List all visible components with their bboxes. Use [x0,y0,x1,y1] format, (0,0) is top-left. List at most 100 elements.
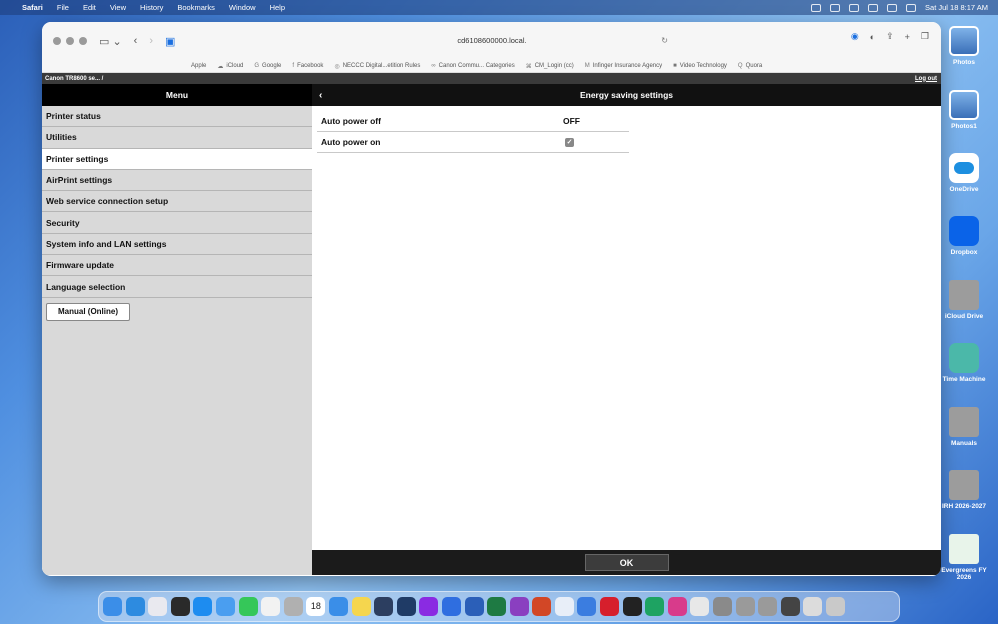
menu-view[interactable]: View [110,3,126,12]
show-tabs-icon[interactable]: ❐ [921,31,929,42]
sidebar-item-utilities[interactable]: Utilities [42,127,312,149]
lightroom-icon[interactable] [396,597,416,616]
ok-button[interactable]: OK [584,554,669,571]
wifi-icon[interactable] [887,3,898,12]
favorite-cm-login[interactable]: ⌘ CM_Login (cc) [526,63,574,70]
control-center-icon[interactable] [906,3,917,12]
translate-icon[interactable]: ◉ [851,31,859,42]
manual-online-button[interactable]: Manual (Online) [46,302,130,321]
edge-icon[interactable] [645,597,665,616]
app-icon[interactable] [509,597,529,616]
desktop-icon-icloud-drive[interactable]: iCloud Drive [940,280,988,320]
mission-control-icon[interactable] [170,597,190,616]
desktop-icon-manuals[interactable]: Manuals [940,407,988,447]
setting-row-auto-power-on[interactable]: Auto power on ✓ [317,132,629,153]
desktop-icon-dropbox[interactable]: Dropbox [940,216,988,256]
favorite-neccc[interactable]: ◎ NECCC Digital...etition Rules [334,63,420,70]
back-icon[interactable]: ‹ [134,35,138,47]
sidebar-item-security[interactable]: Security [42,212,312,234]
auto-power-on-checkbox[interactable]: ✓ [565,137,574,147]
close-window-button[interactable] [53,37,61,45]
favorite-video-tech[interactable]: ■ Video Technology [673,63,727,69]
favorite-insurance[interactable]: M Infinger Insurance Agency [585,63,662,69]
battery-icon[interactable] [868,3,879,12]
app-icon[interactable] [532,597,552,616]
app-icon[interactable] [577,597,597,616]
sidebar-item-system-info-lan[interactable]: System info and LAN settings [42,233,312,256]
onedrive-dock-icon[interactable] [125,597,145,616]
extension-icon[interactable]: ◐ [870,32,875,42]
auto-power-off-value[interactable]: OFF [563,116,580,126]
creative-cloud-icon[interactable] [667,597,687,616]
folder-stack-icon[interactable] [758,597,778,616]
share-icon[interactable]: ⇪ [886,31,894,42]
logout-link[interactable]: Log out [915,76,937,82]
sidebar-item-printer-settings[interactable]: Printer settings [42,148,312,170]
trash-icon[interactable] [826,597,845,616]
desktop-icon-time-machine[interactable]: Time Machine [940,343,988,383]
messages-icon[interactable] [238,597,258,616]
zoom-window-button[interactable] [79,37,87,45]
desktop-icon-irh[interactable]: IRH 2026-2027 [940,470,988,510]
menu-file[interactable]: File [57,3,69,12]
reload-icon[interactable]: ↻ [661,36,668,45]
sidebar-item-printer-status[interactable]: Printer status [42,106,312,128]
desktop-icon-photos1[interactable]: Photos1 [940,90,988,130]
desktop-icon-evergreens[interactable]: Evergreens FY 2026 [940,534,988,581]
favorite-canon[interactable]: ∞ Canon Commu... Categories [431,63,514,69]
safari-icon[interactable] [328,597,348,616]
excel-icon[interactable] [487,597,507,616]
sidebar-toggle-icon[interactable]: ▭ ⌄ [99,35,122,48]
favorite-facebook[interactable]: f Facebook [292,63,323,69]
setting-row-auto-power-off[interactable]: Auto power off OFF [317,111,629,132]
app-icon[interactable] [441,597,461,616]
menu-window[interactable]: Window [229,3,256,12]
system-settings-icon[interactable] [713,597,733,616]
sidebar-item-language-selection[interactable]: Language selection [42,276,312,298]
menu-title: Menu [42,84,312,106]
notes-icon[interactable] [351,597,371,616]
status-app-icon[interactable] [830,3,841,12]
launchpad-icon[interactable] [148,597,168,616]
forward-icon[interactable]: › [149,35,153,47]
favorite-icloud[interactable]: ☁ iCloud [217,63,243,70]
favorite-google[interactable]: G Google [254,63,281,69]
photos-dock-icon[interactable] [261,597,281,616]
calendar-icon[interactable]: 18 [306,597,326,616]
status-dropbox-icon[interactable] [849,3,860,12]
menu-history[interactable]: History [140,3,163,12]
sidebar-item-airprint-settings[interactable]: AirPrint settings [42,169,312,192]
app-store-icon[interactable] [193,597,213,616]
tab-overview-icon[interactable]: ▣ [165,35,175,48]
minimize-window-button[interactable] [66,37,74,45]
app-icon[interactable] [374,597,394,616]
word-icon[interactable] [464,597,484,616]
folder-stack-icon[interactable] [803,597,823,616]
app-icon[interactable] [622,597,642,616]
desktop-icon-onedrive[interactable]: OneDrive [940,153,988,193]
folder-stack-icon[interactable] [780,597,800,616]
menu-help[interactable]: Help [270,3,285,12]
breadcrumb[interactable]: Canon TR8600 se... / [45,76,103,82]
menu-safari[interactable]: Safari [22,3,43,12]
app-icon[interactable] [419,597,439,616]
sidebar-item-web-service-setup[interactable]: Web service connection setup [42,191,312,213]
menu-bookmarks[interactable]: Bookmarks [177,3,215,12]
menubar-datetime[interactable]: Sat Jul 18 8:17 AM [925,3,988,12]
finder-icon[interactable] [103,597,122,616]
contacts-icon[interactable] [283,597,303,616]
address-bar[interactable]: cd6108600000.local. ↻ [312,28,672,52]
app-icon[interactable] [690,597,710,616]
app-icon[interactable] [554,597,574,616]
folder-stack-icon[interactable] [735,597,755,616]
mail-icon[interactable] [215,597,235,616]
status-cloud-icon[interactable] [811,3,822,12]
new-tab-icon[interactable]: + [905,32,910,42]
app-icon[interactable] [600,597,620,616]
sidebar-item-firmware-update[interactable]: Firmware update [42,255,312,277]
back-arrow-icon[interactable]: ‹ [319,90,322,101]
desktop-icon-photos[interactable]: Photos [940,26,988,66]
favorite-quora[interactable]: Q Quora [738,63,762,69]
menu-edit[interactable]: Edit [83,3,96,12]
favorite-apple[interactable]: Apple [188,63,206,69]
